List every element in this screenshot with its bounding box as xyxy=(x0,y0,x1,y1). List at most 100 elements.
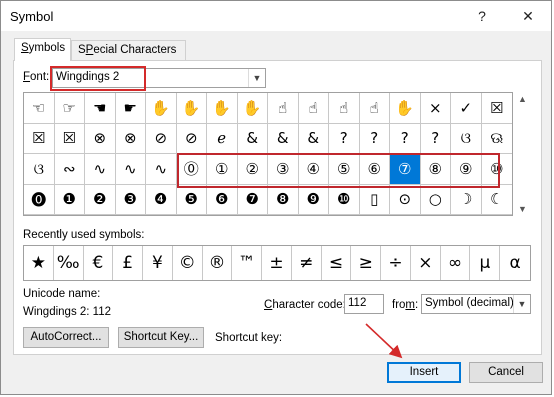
symbol-cell[interactable]: ④ xyxy=(298,154,329,185)
symbol-cell[interactable]: ✓ xyxy=(451,93,482,124)
cancel-button[interactable]: Cancel xyxy=(469,362,543,383)
symbol-cell[interactable]: ∿ xyxy=(146,154,177,185)
recent-symbol-cell[interactable]: ™ xyxy=(232,246,263,280)
recent-symbol-cell[interactable]: £ xyxy=(113,246,144,280)
symbol-cell[interactable]: ✋ xyxy=(207,93,238,124)
symbol-cell[interactable]: ❶ xyxy=(54,184,85,215)
chevron-down-icon[interactable]: ▼ xyxy=(248,69,265,87)
shortcut-key-button[interactable]: Shortcut Key... xyxy=(118,327,204,348)
symbol-cell[interactable]: ⑩ xyxy=(481,154,512,185)
symbol-cell[interactable]: ? xyxy=(390,123,421,154)
symbol-cell[interactable]: ✋ xyxy=(237,93,268,124)
recent-symbol-cell[interactable]: ≤ xyxy=(322,246,352,280)
symbol-cell[interactable]: ⊗ xyxy=(85,123,116,154)
symbol-cell[interactable]: ❺ xyxy=(176,184,207,215)
symbol-cell[interactable]: ☝ xyxy=(298,93,329,124)
symbol-cell[interactable]: ☒ xyxy=(54,123,85,154)
symbol-cell[interactable]: ଓ xyxy=(24,154,55,185)
symbol-cell[interactable]: & xyxy=(237,123,268,154)
symbol-cell[interactable]: ⑤ xyxy=(329,154,360,185)
symbol-cell[interactable]: & xyxy=(298,123,329,154)
symbol-cell[interactable]: ⓪ xyxy=(176,154,207,185)
grid-scrollbar[interactable]: ▲ ▼ xyxy=(514,92,531,216)
symbol-cell[interactable]: ℯ xyxy=(207,123,238,154)
recent-symbol-cell[interactable]: ÷ xyxy=(381,246,411,280)
symbol-cell[interactable]: ☝ xyxy=(329,93,360,124)
symbol-cell[interactable]: ☞ xyxy=(54,93,85,124)
recent-symbol-cell[interactable]: ® xyxy=(203,246,233,280)
symbol-cell[interactable]: & xyxy=(268,123,299,154)
recent-symbol-cell[interactable]: ± xyxy=(262,246,292,280)
symbol-cell[interactable]: ☛ xyxy=(115,93,146,124)
symbol-cell[interactable]: ⑥ xyxy=(359,154,390,185)
symbol-cell[interactable]: ☝ xyxy=(359,93,390,124)
recent-symbol-cell[interactable]: ¥ xyxy=(143,246,173,280)
symbol-cell[interactable]: ❼ xyxy=(237,184,268,215)
symbol-cell[interactable]: ⊗ xyxy=(115,123,146,154)
symbol-cell[interactable]: ଊ xyxy=(481,124,512,154)
symbol-cell[interactable]: ❽ xyxy=(268,184,299,215)
scroll-up-icon[interactable]: ▲ xyxy=(514,94,531,104)
chevron-down-icon[interactable]: ▼ xyxy=(513,295,530,313)
symbol-cell[interactable]: ? xyxy=(420,123,451,154)
font-dropdown[interactable]: Wingdings 2 ▼ xyxy=(50,66,266,91)
symbol-cell[interactable]: ⑧ xyxy=(420,154,451,185)
help-button[interactable]: ? xyxy=(467,5,497,27)
character-code-input[interactable]: 112 xyxy=(344,294,384,314)
recent-symbol-cell[interactable]: μ xyxy=(470,246,501,280)
symbol-cell[interactable]: ∿ xyxy=(85,154,116,185)
symbol-cell[interactable]: ∾ xyxy=(54,154,85,185)
symbol-cell[interactable]: ✋ xyxy=(176,93,207,124)
symbol-cell[interactable]: ✋ xyxy=(146,93,177,124)
tab-special-characters[interactable]: SPecial Characters xyxy=(71,40,186,60)
recent-symbol-cell[interactable]: ★ xyxy=(24,246,54,280)
symbol-cell[interactable]: ☒ xyxy=(481,93,512,124)
symbol-cell[interactable]: ∿ xyxy=(115,154,146,185)
symbol-cell[interactable]: ☝ xyxy=(268,93,299,124)
symbol-cell[interactable]: ☽ xyxy=(451,184,482,215)
symbol-cell[interactable]: ⑦ xyxy=(390,154,421,185)
symbol-cell[interactable]: ▯ xyxy=(359,184,390,215)
recent-symbols[interactable]: ★ ‰ € £ ¥ © ® ™ ± ≠ ≤ ≥ ÷ × ∞ μ α xyxy=(23,245,531,281)
recent-symbol-cell[interactable]: ∞ xyxy=(441,246,471,280)
autocorrect-button[interactable]: AutoCorrect... xyxy=(23,327,109,348)
symbol-cell[interactable]: × xyxy=(420,93,451,124)
recent-symbol-cell[interactable]: ≥ xyxy=(351,246,382,280)
symbol-cell[interactable]: ❻ xyxy=(207,184,238,215)
symbol-cell[interactable]: ⊘ xyxy=(176,123,207,154)
recent-symbol-cell[interactable]: α xyxy=(500,246,530,280)
symbol-cell[interactable]: ❷ xyxy=(85,184,116,215)
symbol-cell[interactable]: ☚ xyxy=(85,93,116,124)
symbol-grid[interactable]: ☜ ☞ ☚ ☛ ✋ ✋ ✋ ✋ ☝ ☝ ☝ ☝ ✋ × ✓ ☒ ☒ ☒ ⊗ ⊗ ⊘ ⊘ ℯ & & &???? ଓ ଊ ଓ ∾ ∿ ∿ ∿ ⓪ ① ②… xyxy=(23,92,513,216)
recent-symbol-cell[interactable]: × xyxy=(411,246,441,280)
insert-button[interactable]: Insert xyxy=(387,362,461,383)
symbol-cell[interactable]: ❿ xyxy=(329,184,360,215)
recent-symbol-cell[interactable]: € xyxy=(84,246,114,280)
symbol-cell[interactable]: ❾ xyxy=(298,184,329,215)
recent-symbol-cell[interactable]: © xyxy=(173,246,203,280)
symbol-cell[interactable]: ① xyxy=(207,154,238,185)
symbol-cell[interactable]: ☒ xyxy=(24,123,55,154)
symbol-cell[interactable]: ❹ xyxy=(146,184,177,215)
symbol-cell[interactable]: ⊘ xyxy=(146,123,177,154)
symbol-cell[interactable]: ? xyxy=(329,123,360,154)
symbol-cell[interactable]: ଓ xyxy=(451,123,482,154)
symbol-cell[interactable]: ⓿ xyxy=(24,184,55,215)
symbol-cell[interactable]: ⑨ xyxy=(451,154,482,185)
symbol-cell[interactable]: ⊙ xyxy=(390,184,421,215)
symbol-cell[interactable]: ❸ xyxy=(115,184,146,215)
symbol-cell[interactable]: ? xyxy=(359,123,390,154)
symbol-cell[interactable]: ☾ xyxy=(481,185,512,215)
symbol-cell[interactable]: ○ xyxy=(420,184,451,215)
recent-symbol-cell[interactable]: ≠ xyxy=(292,246,322,280)
tab-symbols[interactable]: Symbols xyxy=(14,38,71,61)
from-dropdown[interactable]: Symbol (decimal) ▼ xyxy=(421,294,531,314)
recent-symbol-cell[interactable]: ‰ xyxy=(54,246,84,280)
symbol-cell[interactable]: ② xyxy=(237,154,268,185)
tab-special-pre: S xyxy=(78,44,86,56)
close-button[interactable]: ✕ xyxy=(513,5,543,27)
symbol-cell[interactable]: ✋ xyxy=(390,93,421,124)
scroll-down-icon[interactable]: ▼ xyxy=(514,204,531,214)
symbol-cell[interactable]: ☜ xyxy=(24,93,55,124)
symbol-cell[interactable]: ③ xyxy=(268,154,299,185)
